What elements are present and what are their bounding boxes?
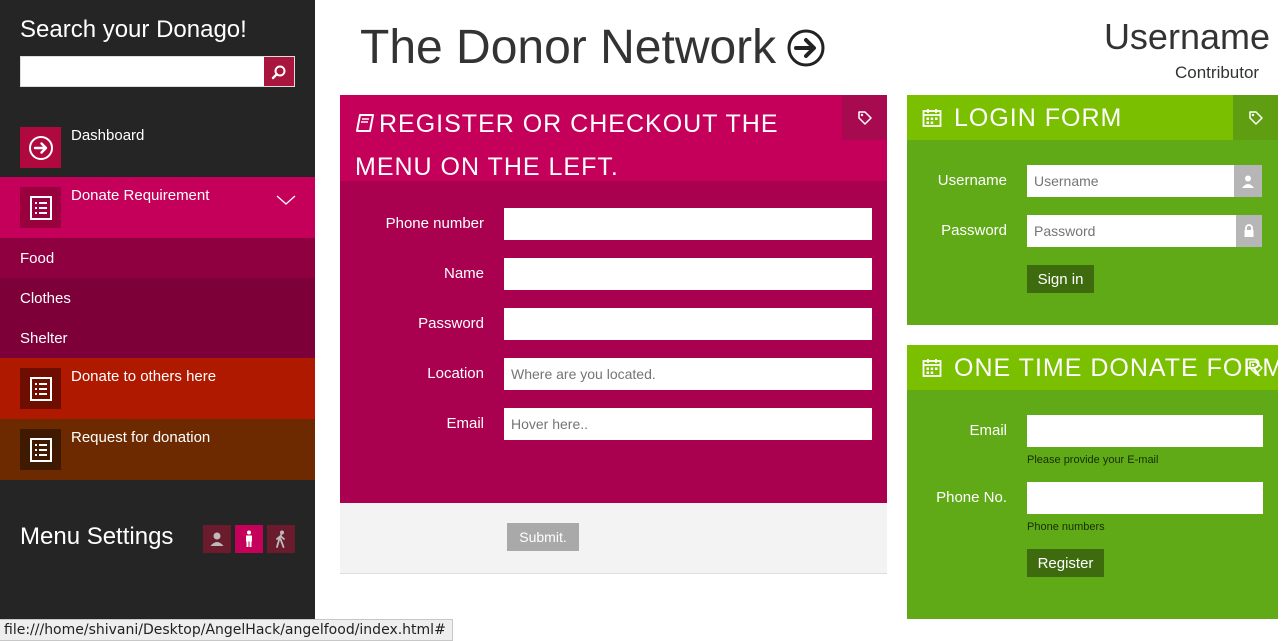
login-username-addon [1234,165,1262,197]
sub-item-food[interactable]: Food [0,238,315,278]
tag-button[interactable] [1233,95,1278,140]
user-icon [210,532,224,546]
form-row-location: Location [340,358,887,390]
search-button[interactable] [264,57,294,86]
login-panel: LOGIN FORM Username Password Sign in [907,95,1278,325]
walking-setting-button[interactable] [267,525,295,553]
login-panel-title: LOGIN FORM [954,104,1123,132]
page-title: The Donor Network [360,20,826,75]
email-label: Email [446,415,484,432]
login-username-label: Username [937,172,1007,189]
phone-input[interactable] [504,208,872,240]
donate-email-label: Email [969,422,1007,439]
donate-panel: ONE TIME DONATE FORM Email Please provid… [907,345,1278,619]
arrow-right-circle-icon[interactable] [786,28,826,68]
search-title: Search your Donago! [20,16,247,43]
user-name: Username [1103,16,1270,57]
register-form: Phone number Name Password Location Emai… [340,181,887,503]
phone-label: Phone number [385,215,484,232]
tag-icon [1248,360,1263,375]
sub-item-shelter[interactable]: Shelter [0,318,315,358]
nav-item-donate-requirement[interactable]: Donate Requirement [0,177,315,238]
user-icon [1242,175,1254,188]
login-username-input[interactable] [1027,165,1235,197]
donate-email-input[interactable] [1027,415,1263,447]
sidebar: Search your Donago! Dashboard Donate Req… [0,0,315,641]
form-row-password: Password [340,308,887,340]
form-row-email: Email [340,408,887,440]
donate-email-hint: Please provide your E-mail [1027,454,1159,466]
tag-icon [1248,110,1263,125]
walking-icon [276,530,285,548]
login-password-input[interactable] [1027,215,1237,247]
register-panel-footer: Submit. [340,503,887,574]
calendar-icon [922,359,942,377]
register-panel-title-text: REGISTER OR CHECKOUT THE MENU ON THE LEF… [355,110,779,181]
donate-panel-title: ONE TIME DONATE FORM [954,354,1278,382]
book-icon [356,114,374,132]
search-box [20,56,295,87]
chevron-down-icon[interactable] [276,193,296,207]
search-icon [271,65,286,79]
nav-item-label: Dashboard [71,127,145,144]
register-button[interactable]: Register [1027,549,1104,577]
nav-item-label: Donate Requirement [71,187,210,204]
list-icon [20,429,61,470]
name-input[interactable] [504,258,872,290]
form-row-name: Name [340,258,887,290]
location-label: Location [427,365,484,382]
arrow-right-circle-icon [20,127,61,168]
browser-status-bar: file:///home/shivani/Desktop/AngelHack/a… [0,619,453,641]
email-input[interactable] [504,408,872,440]
tag-button[interactable] [842,95,887,140]
register-panel-title: REGISTER OR CHECKOUT THE MENU ON THE LEF… [355,103,855,189]
nav-item-dashboard[interactable]: Dashboard [0,117,315,178]
sub-item-clothes[interactable]: Clothes [0,278,315,318]
location-input[interactable] [504,358,872,390]
user-setting-button[interactable] [203,525,231,553]
lock-icon [1244,224,1254,237]
nav-item-label: Request for donation [71,429,211,446]
register-panel-header: REGISTER OR CHECKOUT THE MENU ON THE LEF… [340,95,887,181]
nav-item-label: Donate to others here [71,368,217,385]
list-icon [20,187,61,228]
donate-phone-input[interactable] [1027,482,1263,514]
login-password-addon [1236,215,1262,247]
password-input[interactable] [504,308,872,340]
login-panel-header: LOGIN FORM [907,95,1278,140]
tag-button[interactable] [1233,345,1278,390]
name-label: Name [443,265,484,282]
login-password-label: Password [941,222,1007,239]
nav-item-donate-to-others[interactable]: Donate to others here [0,358,315,419]
donate-panel-header: ONE TIME DONATE FORM [907,345,1278,390]
male-setting-button[interactable] [235,525,263,553]
donate-phone-label: Phone No. [936,489,1007,506]
page-title-text: The Donor Network [360,21,777,74]
submit-button[interactable]: Submit. [507,523,579,551]
menu-settings-label: Menu Settings [20,523,174,550]
password-label: Password [418,315,484,332]
user-role: Contributor [1175,63,1260,82]
search-input[interactable] [21,57,265,86]
calendar-icon [922,109,942,127]
donate-phone-hint: Phone numbers [1027,521,1105,533]
register-panel: REGISTER OR CHECKOUT THE MENU ON THE LEF… [340,95,887,574]
male-icon [246,530,252,547]
sign-in-button[interactable]: Sign in [1027,265,1094,293]
nav-item-request-donation[interactable]: Request for donation [0,419,315,480]
form-row-phone: Phone number [340,208,887,240]
tag-icon [857,110,872,125]
list-icon [20,368,61,409]
